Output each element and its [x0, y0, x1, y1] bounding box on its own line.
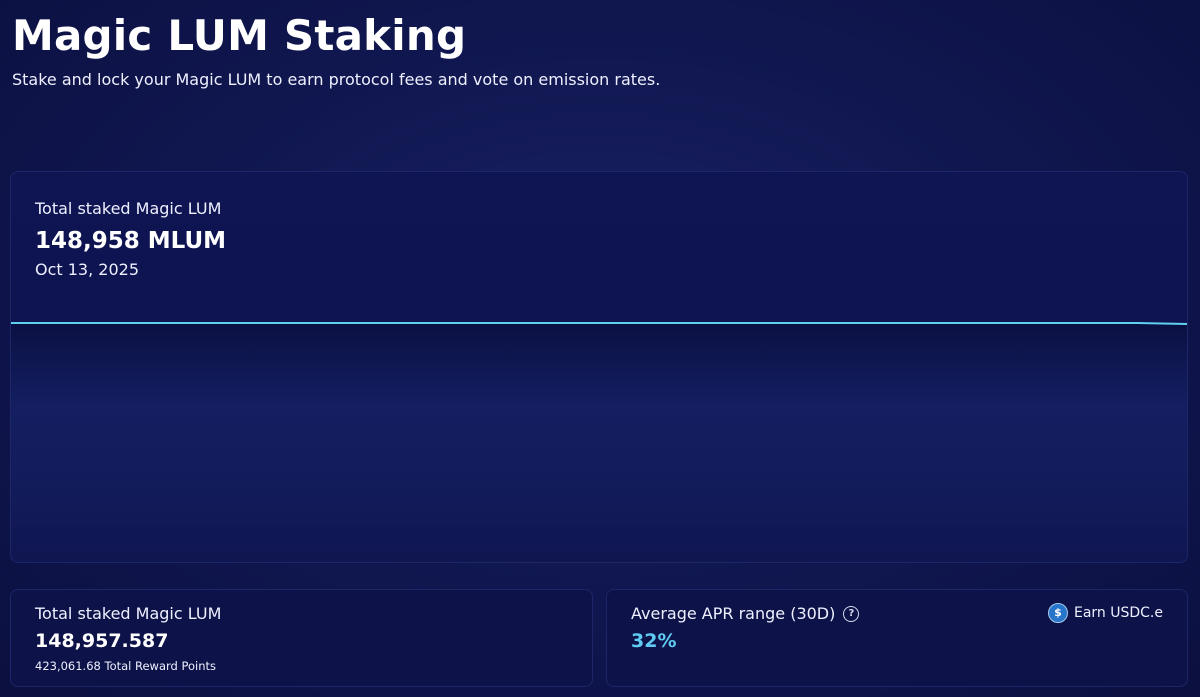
- chart-date: Oct 13, 2025: [35, 260, 139, 279]
- help-icon[interactable]: ?: [843, 606, 860, 622]
- apr-value: 32%: [631, 630, 677, 652]
- apr-label-row: Average APR range (30D) ?: [631, 604, 860, 624]
- total-staked-chart-card[interactable]: Total staked Magic LUM 148,958 MLUM Oct …: [10, 171, 1188, 563]
- page-title: Magic LUM Staking: [12, 11, 467, 60]
- staked-total-value: 148,957.587: [35, 630, 169, 652]
- usdc-icon: $: [1047, 603, 1068, 623]
- staked-total-label: Total staked Magic LUM: [35, 604, 222, 623]
- earn-label: Earn USDC.e: [1073, 605, 1163, 621]
- earn-usdc-badge[interactable]: $ Earn USDC.e: [1047, 603, 1163, 623]
- chart-area-fill: [11, 323, 1187, 562]
- apr-label: Average APR range (30D): [631, 604, 836, 623]
- staked-total-card: Total staked Magic LUM 148,957.587 423,0…: [10, 589, 593, 687]
- chart-series-line: [11, 322, 1187, 325]
- page-subtitle: Stake and lock your Magic LUM to earn pr…: [12, 70, 661, 89]
- reward-points: 423,061.68 Total Reward Points: [35, 659, 217, 673]
- chart-current-value: 148,958 MLUM: [35, 228, 227, 254]
- apr-card: Average APR range (30D) ? 32% $ Earn USD…: [606, 589, 1188, 687]
- chart-label: Total staked Magic LUM: [35, 199, 222, 218]
